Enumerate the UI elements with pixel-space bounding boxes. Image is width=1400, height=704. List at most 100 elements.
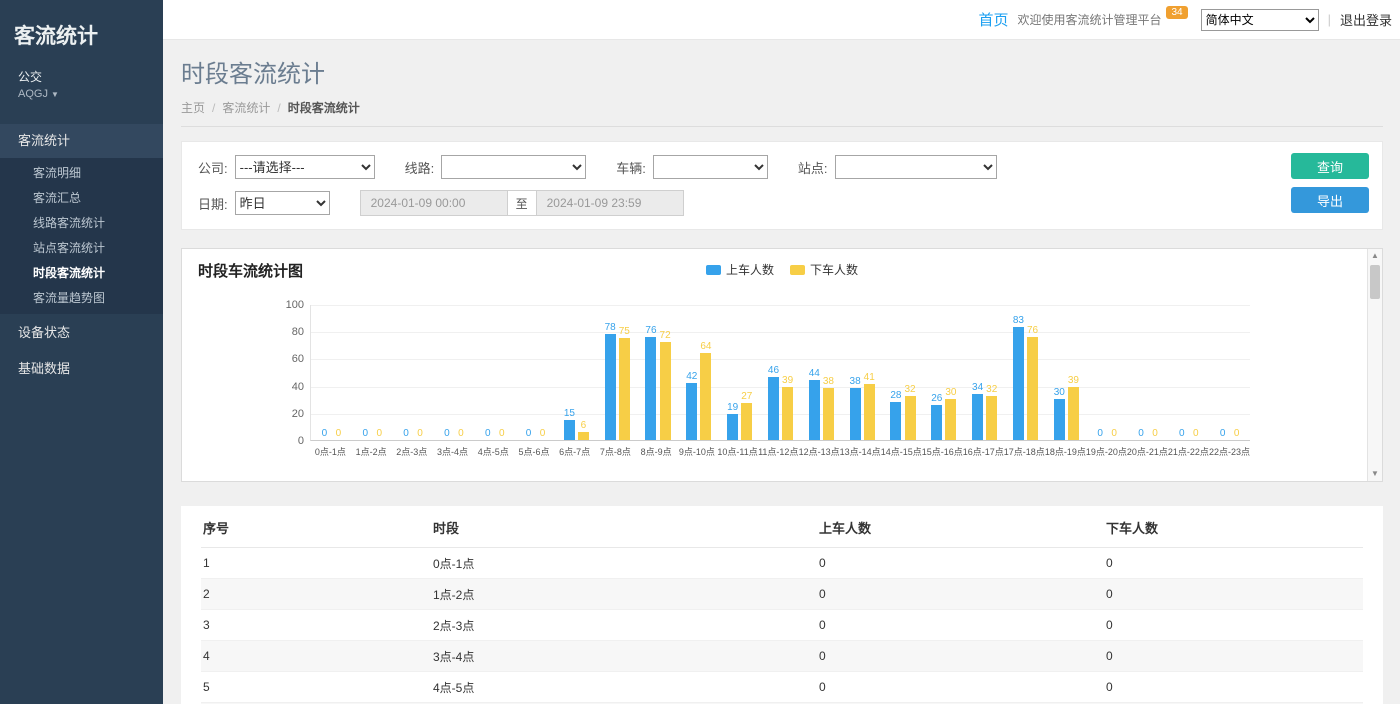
bar-column: 41 xyxy=(864,305,875,440)
x-axis-tick: 12点-13点 xyxy=(799,445,840,458)
bar-value-label: 83 xyxy=(1013,315,1024,326)
bar-column: 76 xyxy=(1027,305,1038,440)
app-window: 客流统计 公交 AQGJ ▼ 客流统计客流明细客流汇总线路客流统计站点客流统计时… xyxy=(0,0,1400,704)
bar-group: 2630 xyxy=(923,305,964,440)
bar-column: 42 xyxy=(686,305,697,440)
x-axis-tick: 14点-15点 xyxy=(881,445,922,458)
bar-value-label: 0 xyxy=(499,428,505,439)
bar-column: 32 xyxy=(905,305,916,440)
bar-value-label: 0 xyxy=(1179,428,1185,439)
bar-group: 156 xyxy=(556,305,597,440)
vehicle-select[interactable] xyxy=(653,155,768,179)
sidebar-menu: 客流统计客流明细客流汇总线路客流统计站点客流统计时段客流统计客流量趋势图设备状态… xyxy=(0,124,163,386)
bar xyxy=(564,420,575,440)
table-cell: 0 xyxy=(817,672,1104,703)
date-preset-select[interactable]: 昨日 xyxy=(235,191,330,215)
x-axis-tick: 4点-5点 xyxy=(473,445,514,458)
bar-value-label: 0 xyxy=(376,428,382,439)
table-cell: 0 xyxy=(1104,672,1363,703)
bar xyxy=(782,387,793,440)
bar-value-label: 0 xyxy=(1193,428,1199,439)
table-header-cell: 下车人数 xyxy=(1104,508,1363,548)
bar xyxy=(578,432,589,440)
bar-group: 00 xyxy=(393,305,434,440)
line-select[interactable] xyxy=(441,155,586,179)
date-from-input[interactable] xyxy=(360,190,508,216)
bar-value-label: 78 xyxy=(605,322,616,333)
bar-column: 0 xyxy=(1135,305,1146,440)
table-row: 21点-2点00 xyxy=(201,579,1363,610)
bar-column: 0 xyxy=(1190,305,1201,440)
x-axis-tick: 16点-17点 xyxy=(963,445,1004,458)
bar-column: 30 xyxy=(1054,305,1065,440)
bar xyxy=(619,338,630,440)
station-select[interactable] xyxy=(835,155,997,179)
date-filter: 日期: 昨日 xyxy=(198,191,330,215)
bar-column: 44 xyxy=(809,305,820,440)
bar-value-label: 0 xyxy=(485,428,491,439)
bar-column: 64 xyxy=(700,305,711,440)
bar-group: 2832 xyxy=(883,305,924,440)
line-label: 线路: xyxy=(405,158,435,177)
chart-scrollbar[interactable]: ▲ ▼ xyxy=(1367,249,1382,481)
bar-column: 27 xyxy=(741,305,752,440)
logout-link[interactable]: 退出登录 xyxy=(1340,10,1392,29)
sidebar-section-1[interactable]: 设备状态 xyxy=(0,316,163,350)
bar-column: 0 xyxy=(1217,305,1228,440)
bar-value-label: 0 xyxy=(1138,428,1144,439)
bar-column: 0 xyxy=(455,305,466,440)
sidebar-item[interactable]: 时段客流统计 xyxy=(0,261,163,286)
table-cell: 5 xyxy=(201,672,431,703)
x-axis-tick: 10点-11点 xyxy=(717,445,758,458)
bar-column: 75 xyxy=(619,305,630,440)
export-button[interactable]: 导出 xyxy=(1291,187,1369,213)
scroll-up-icon[interactable]: ▲ xyxy=(1368,249,1382,263)
chart-panel: 时段车流统计图 上车人数下车人数 02040608010000000000000… xyxy=(181,248,1383,482)
user-dropdown[interactable]: AQGJ ▼ xyxy=(18,88,163,100)
breadcrumb-item[interactable]: 主页 xyxy=(181,101,205,115)
sidebar-item[interactable]: 客流明细 xyxy=(0,161,163,186)
main-area: 首页 欢迎使用客流统计管理平台 34 简体中文 | 退出登录 时段客流统计 主页… xyxy=(163,0,1400,704)
scroll-down-icon[interactable]: ▼ xyxy=(1368,467,1382,481)
sidebar-item[interactable]: 客流量趋势图 xyxy=(0,286,163,311)
bar-group: 7672 xyxy=(638,305,679,440)
bar-column: 19 xyxy=(727,305,738,440)
bar-column: 0 xyxy=(374,305,385,440)
sidebar-section-2[interactable]: 基础数据 xyxy=(0,352,163,386)
language-select[interactable]: 简体中文 xyxy=(1201,9,1319,31)
bar xyxy=(1054,399,1065,440)
bar-chart: 0204060801000000000000001567875767242641… xyxy=(182,305,1362,465)
table-cell: 2 xyxy=(201,579,431,610)
breadcrumb-item[interactable]: 客流统计 xyxy=(222,101,270,115)
bar xyxy=(660,342,671,440)
scrollbar-thumb[interactable] xyxy=(1370,265,1380,299)
bar-column: 34 xyxy=(972,305,983,440)
sidebar-item[interactable]: 客流汇总 xyxy=(0,186,163,211)
sidebar: 客流统计 公交 AQGJ ▼ 客流统计客流明细客流汇总线路客流统计站点客流统计时… xyxy=(0,0,163,704)
table-cell: 3 xyxy=(201,610,431,641)
sidebar-item[interactable]: 线路客流统计 xyxy=(0,211,163,236)
sidebar-item[interactable]: 站点客流统计 xyxy=(0,236,163,261)
bar-group: 00 xyxy=(1128,305,1169,440)
header-divider xyxy=(181,126,1383,127)
bar-column: 0 xyxy=(496,305,507,440)
date-to-input[interactable] xyxy=(536,190,684,216)
bar-group: 4639 xyxy=(760,305,801,440)
company-select[interactable]: ---请选择--- xyxy=(235,155,375,179)
sidebar-section-0[interactable]: 客流统计 xyxy=(0,124,163,158)
table-cell: 0 xyxy=(817,579,1104,610)
data-table: 序号时段上车人数下车人数 10点-1点0021点-2点0032点-3点0043点… xyxy=(201,508,1363,704)
notification-badge: 34 xyxy=(1166,6,1187,19)
y-axis-tick: 60 xyxy=(264,353,304,365)
user-name: AQGJ xyxy=(18,88,48,100)
x-axis-tick: 2点-3点 xyxy=(391,445,432,458)
chevron-down-icon: ▼ xyxy=(51,90,59,99)
content: 时段客流统计 主页/客流统计/时段客流统计 公司: ---请选择--- 线路: xyxy=(163,40,1400,704)
x-axis-tick: 20点-21点 xyxy=(1127,445,1168,458)
vehicle-label: 车辆: xyxy=(616,158,646,177)
bar xyxy=(986,396,997,440)
bar-column: 0 xyxy=(319,305,330,440)
query-button[interactable]: 查询 xyxy=(1291,153,1369,179)
home-link[interactable]: 首页 xyxy=(978,9,1008,30)
x-axis-tick: 15点-16点 xyxy=(922,445,963,458)
